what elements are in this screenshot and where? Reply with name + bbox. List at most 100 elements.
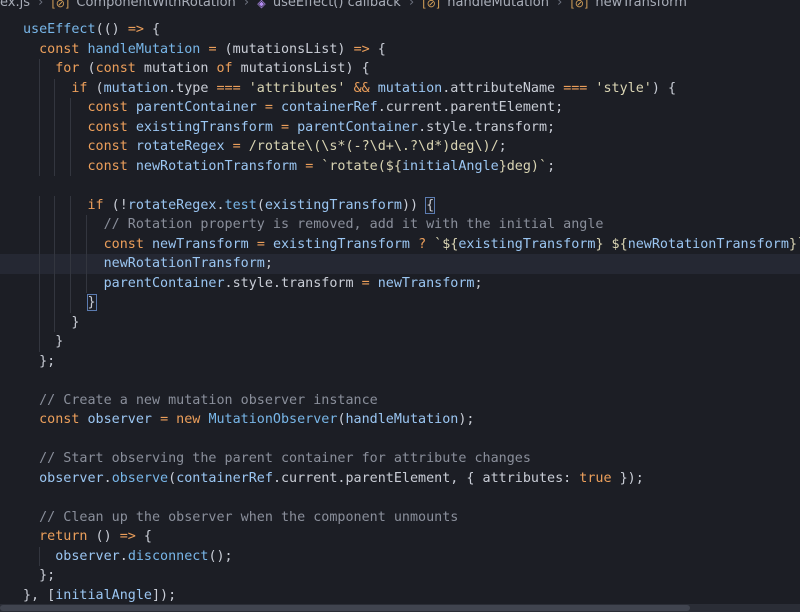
breadcrumb-file[interactable]: ex.js xyxy=(0,0,30,9)
code-line[interactable]: observer.observe(containerRef.current.pa… xyxy=(0,469,800,489)
code-token: rotateRegex xyxy=(127,197,217,213)
scrollbar-thumb[interactable] xyxy=(0,605,690,611)
code-line[interactable]: const rotateRegex = /rotate\(\s*(-?\d+\.… xyxy=(0,137,800,157)
code-line[interactable]: // Create a new mutation observer instan… xyxy=(0,391,800,411)
code-line[interactable]: const newRotationTransform = `rotate(${i… xyxy=(0,156,800,177)
breadcrumb: ex.js › [⊘] ComponentWithRotation › ◈ us… xyxy=(0,0,800,12)
symbol-variable-icon: [⊘] xyxy=(570,0,589,10)
code-token: mutationsList) { xyxy=(232,61,370,76)
code-token: = xyxy=(281,119,290,135)
code-editor[interactable]: useEffect(() => { const handleMutation =… xyxy=(0,20,800,612)
chevron-right-icon: › xyxy=(243,0,250,10)
code-line[interactable]: // Start observing the parent container … xyxy=(0,449,800,469)
code-token: // Clean up the observer when the compon… xyxy=(23,509,459,525)
code-line[interactable] xyxy=(0,371,800,391)
code-line[interactable]: newRotationTransform; xyxy=(0,254,800,274)
code-token: /rotate\(\s*(-?\d+\.?\d*)deg\)/ xyxy=(240,139,499,154)
code-token: 'style' xyxy=(587,80,652,96)
code-line[interactable]: const observer = new MutationObserver(ha… xyxy=(0,410,800,430)
code-token: ( xyxy=(337,412,346,427)
code-token: = xyxy=(361,275,370,291)
code-token: rotateRegex xyxy=(135,139,225,154)
code-token: existingTransform xyxy=(264,197,402,213)
code-token: const xyxy=(23,236,152,252)
code-token: useEffect xyxy=(23,22,96,37)
code-token: => xyxy=(127,22,144,37)
code-line[interactable] xyxy=(0,430,800,450)
code-token: disconnect xyxy=(127,548,209,564)
breadcrumb-item-component[interactable]: ComponentWithRotation xyxy=(76,0,235,9)
code-token: mutation xyxy=(103,80,169,96)
code-token: (mutationsList) xyxy=(216,41,354,57)
code-token: { xyxy=(135,529,152,544)
code-line[interactable]: } xyxy=(0,293,800,313)
code-token: // Start observing the parent container … xyxy=(23,451,531,466)
horizontal-scrollbar[interactable] xyxy=(0,604,800,612)
code-text: useEffect(() => { xyxy=(23,20,160,40)
code-line[interactable]: if (mutation.type === 'attributes' && mu… xyxy=(0,78,800,98)
code-text: } xyxy=(23,332,63,352)
code-token: const xyxy=(23,119,136,135)
code-line[interactable]: const handleMutation = (mutationsList) =… xyxy=(0,40,800,60)
code-token: }); xyxy=(611,470,644,486)
code-token: ; xyxy=(474,275,483,291)
code-token: => xyxy=(119,529,136,544)
code-token: return xyxy=(23,529,88,544)
code-line[interactable] xyxy=(0,488,800,508)
code-line[interactable]: observer.disconnect(); xyxy=(0,546,800,566)
code-token: }; xyxy=(23,353,56,369)
code-text: const handleMutation = (mutationsList) =… xyxy=(23,40,386,60)
code-token: mutation xyxy=(377,80,443,96)
code-line[interactable]: const existingTransform = parentContaine… xyxy=(0,117,800,137)
code-token: initialAngle xyxy=(401,158,499,174)
code-token: }, [ xyxy=(23,587,56,603)
code-token: observer xyxy=(23,548,120,564)
code-line[interactable]: }; xyxy=(0,352,800,372)
code-token: MutationObserver xyxy=(208,412,338,427)
code-line[interactable]: useEffect(() => { xyxy=(0,20,800,40)
code-line[interactable]: const parentContainer = containerRef.cur… xyxy=(0,98,800,118)
code-token: const xyxy=(95,61,136,76)
code-line[interactable]: } xyxy=(0,332,800,352)
chevron-right-icon: › xyxy=(38,0,44,10)
code-token: // Create a new mutation observer instan… xyxy=(23,392,378,408)
symbol-method-icon: ◈ xyxy=(257,0,266,10)
code-line[interactable]: const newTransform = existingTransform ?… xyxy=(0,234,800,254)
code-token: (! xyxy=(103,197,128,213)
code-line[interactable]: // Clean up the observer when the compon… xyxy=(0,508,800,528)
code-text: // Clean up the observer when the compon… xyxy=(23,508,458,528)
code-token: observer xyxy=(23,470,104,486)
code-token: ); xyxy=(458,412,475,427)
code-token: { xyxy=(143,22,161,37)
code-token: )) xyxy=(401,197,427,213)
code-line[interactable]: } xyxy=(0,312,800,332)
code-token: && xyxy=(353,80,370,96)
code-line[interactable]: // Rotation property is removed, add it … xyxy=(0,215,800,235)
code-token: .style.transform; xyxy=(418,119,556,135)
code-text: const newRotationTransform = `rotate(${i… xyxy=(23,157,555,177)
code-line[interactable]: }; xyxy=(0,566,800,586)
code-line[interactable]: return () => { xyxy=(0,527,800,547)
code-token: = xyxy=(160,412,169,427)
code-line[interactable]: if (!rotateRegex.test(existingTransform)… xyxy=(0,195,800,215)
breadcrumb-item-handler[interactable]: handleMutation xyxy=(447,0,549,9)
code-token: ( xyxy=(87,80,104,96)
code-line[interactable]: parentContainer.style.transform = newTra… xyxy=(0,273,800,293)
code-line[interactable]: for (const mutation of mutationsList) { xyxy=(0,59,800,79)
code-token: ( xyxy=(79,61,96,76)
breadcrumb-item-callback[interactable]: useEffect() callback xyxy=(273,0,401,9)
code-text: // Start observing the parent container … xyxy=(23,449,531,469)
code-line[interactable] xyxy=(0,176,800,196)
breadcrumb-item-variable[interactable]: newTransform xyxy=(595,0,687,9)
code-text: }; xyxy=(23,352,55,372)
code-text: observer.observe(containerRef.current.pa… xyxy=(23,469,644,489)
code-line[interactable]: }, [initialAngle]); xyxy=(0,586,800,606)
code-token: (); xyxy=(208,548,233,564)
code-token: . xyxy=(216,197,225,213)
code-token: = xyxy=(256,236,265,252)
